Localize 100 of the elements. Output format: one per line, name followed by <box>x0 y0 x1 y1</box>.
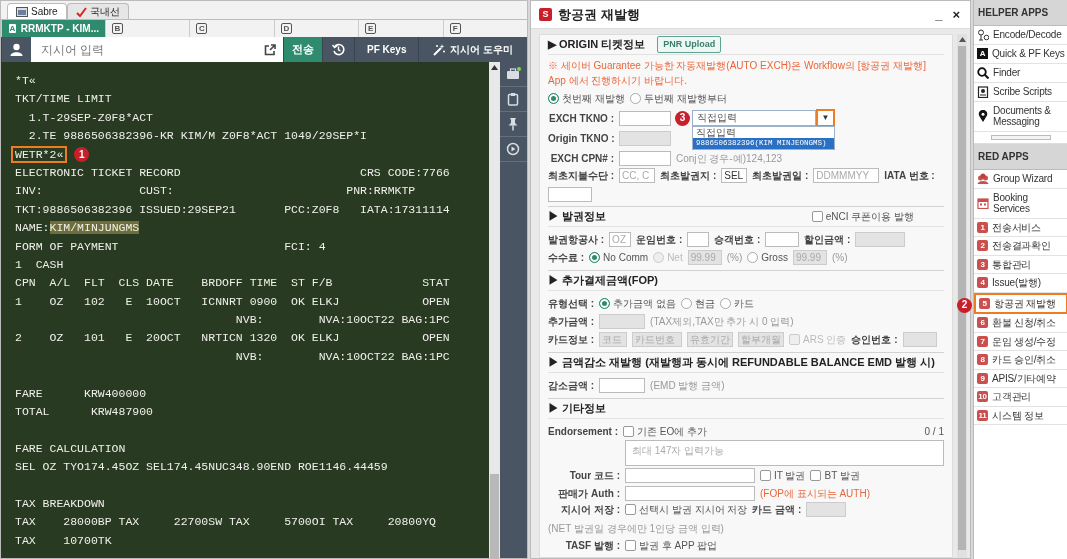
field-label: 추가금액 : <box>548 314 595 329</box>
field-label: EXCH CPN# : <box>549 151 614 166</box>
field-label: TASF 발행 : <box>564 538 620 553</box>
app-label: 카드 승인/취소 <box>992 354 1056 366</box>
checkbox[interactable] <box>625 504 636 515</box>
section-title: ▶ 발권정보 <box>548 209 607 225</box>
session-tab[interactable]: 국내선 <box>66 3 129 19</box>
checkbox[interactable] <box>760 469 771 481</box>
field-label: 지시어 저장 : <box>560 503 620 517</box>
checkbox[interactable] <box>625 539 636 551</box>
terminal-line: 1.T-29SEP-Z0F8*ACT <box>27 109 155 126</box>
text-field[interactable] <box>687 231 710 247</box>
open-external-button[interactable] <box>257 37 283 62</box>
app-list-item[interactable]: 8 카드 승인/취소 <box>974 351 1067 370</box>
radio-label: 현금 <box>694 296 715 311</box>
close-button[interactable]: × <box>950 8 962 21</box>
document-icon <box>977 85 989 98</box>
app-label: Documents & Messaging <box>993 104 1052 128</box>
checkbox[interactable] <box>811 211 823 222</box>
dropdown-option[interactable]: 직접입력 <box>693 126 834 138</box>
radio-label: 첫번째 재발행 <box>562 91 625 106</box>
radio-button[interactable] <box>548 92 559 104</box>
number-badge: 5 <box>979 297 990 309</box>
radio-button[interactable] <box>629 92 641 104</box>
field-label: 발권항공사 : <box>548 232 605 247</box>
checkbox-label: IT 발권 <box>774 468 806 483</box>
session-tab[interactable]: Sabre <box>7 3 67 19</box>
terminal-line: TKT:9886506382396 ISSUED:29SEP21 PCC:Z0F8 IATA:17311114 <box>15 201 451 218</box>
radio-button[interactable] <box>719 297 731 309</box>
terminal-line: 2 OZ 101 E 20OCT NRTICN 1320 OK ELKJ OPEN <box>15 330 451 347</box>
calendar-icon <box>977 197 989 209</box>
terminal-line: FARE KRW400000 <box>15 385 148 402</box>
app-label: APIS/기타예약 <box>992 372 1056 384</box>
app-label: Quick & PF Keys <box>992 48 1065 60</box>
field-label: 최초지불수단 : <box>548 169 615 183</box>
terminal-line: TAX 10700TK <box>15 532 113 549</box>
section-title: ▶ 기타정보 <box>548 401 607 417</box>
app-list-item[interactable]: 2 전송결과확인 <box>974 237 1067 256</box>
dropdown-field[interactable]: 직접입력 <box>692 109 816 126</box>
radio-label: 두번째 재발행부터 <box>643 91 727 106</box>
radio-label: Gross <box>761 250 788 265</box>
app-list-item[interactable]: 6 환불 신청/취소 <box>974 314 1067 333</box>
terminal-line: NVB: NVA:10OCT22 BAG:1PC <box>234 348 451 365</box>
section-title: ▶ 추가결제금액(FOP) <box>548 273 658 289</box>
callout-marker: 3 <box>675 110 690 126</box>
scrollbar-thumb[interactable] <box>490 474 499 558</box>
terminal-line: TAX 28000BP TAX 22700SW TAX 5700OI TAX 20800YQ <box>15 514 437 531</box>
text-area[interactable]: 최대 147자 입력가능 <box>625 440 944 466</box>
play-circle-icon <box>506 142 521 156</box>
scrollbar[interactable] <box>957 34 967 558</box>
number-badge: 9 <box>977 372 988 384</box>
text-field[interactable]: OZ <box>609 231 632 247</box>
number-badge: 2 <box>977 240 988 252</box>
hint-text: Conj인 경우-예)124,123 <box>676 151 783 166</box>
field-label: Tour 코드 : <box>568 468 620 483</box>
radio-button[interactable] <box>589 251 601 263</box>
radio-button[interactable] <box>680 297 692 309</box>
radio-label: Net <box>667 250 683 265</box>
text-field[interactable] <box>619 110 671 126</box>
number-badge: 7 <box>977 335 988 347</box>
app-label: Scribe Scripts <box>993 85 1052 98</box>
text-field[interactable]: DDMMMYY <box>813 168 880 183</box>
radio-button[interactable] <box>599 297 611 309</box>
scrollbar[interactable] <box>489 62 500 558</box>
app-label: Booking Services <box>993 191 1031 215</box>
radio-label: 카드 <box>733 296 754 311</box>
text-field[interactable] <box>765 231 800 247</box>
splitter-handle[interactable] <box>991 134 1051 140</box>
radio-label: 추가금액 없음 <box>613 296 676 311</box>
radio-button[interactable] <box>747 251 759 263</box>
command-input[interactable]: 지시어 입력 <box>31 37 257 62</box>
text-field[interactable] <box>619 150 671 166</box>
area-tab[interactable]: A RRMKTP - KIM... <box>1 20 105 37</box>
text-field[interactable] <box>625 467 755 483</box>
app-label: 고객관리 <box>992 391 1032 403</box>
terminal-line: FARE CALCULATION <box>15 440 127 457</box>
app-list-item[interactable]: 4 Issue(발행) <box>974 274 1067 293</box>
checkbox-label: 발권 후 APP 팝업 <box>639 538 718 553</box>
checkbox[interactable] <box>623 425 634 437</box>
scrollbar-thumb[interactable] <box>958 46 966 550</box>
send-button[interactable]: 전송 <box>283 37 322 62</box>
text-field[interactable] <box>548 187 592 202</box>
field-label: EXCH TKNO : <box>548 111 614 126</box>
checkbox[interactable] <box>810 469 822 481</box>
text-field[interactable]: SEL <box>721 168 748 183</box>
field-label: 판매가 Auth : <box>557 486 620 501</box>
scroll-up-icon <box>958 37 966 42</box>
checkbox-label: 선택시 발권 지시어 저장 <box>639 503 748 517</box>
dropdown-arrow-button[interactable]: ▼ <box>816 108 835 127</box>
app-list-item[interactable]: 10 고객관리 <box>974 388 1067 407</box>
checkbox-label: eNCI 쿠폰이용 발행 <box>825 210 914 224</box>
app-label: 운임 생성/수정 <box>992 335 1056 347</box>
number-badge: 10 <box>977 391 988 403</box>
app-list-item[interactable]: Encode/Decode <box>974 26 1067 45</box>
text-field[interactable] <box>599 377 646 393</box>
upload-button[interactable]: PNR Upload <box>657 35 722 54</box>
terminal-line: FORM OF PAYMENT FCI: 4 <box>15 238 327 255</box>
app-list-item[interactable]: A Quick & PF Keys <box>974 45 1067 64</box>
text-field[interactable] <box>625 485 755 501</box>
text-field[interactable]: CC, C <box>619 168 656 183</box>
